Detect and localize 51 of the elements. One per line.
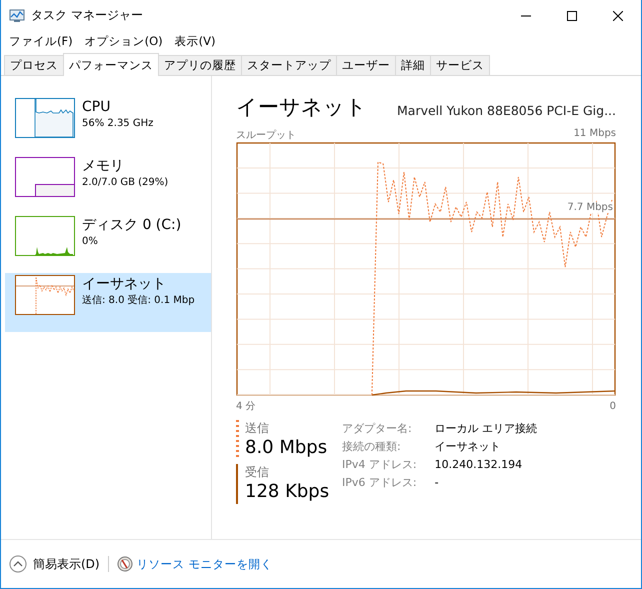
adapter-name: Marvell Yukon 88E8056 PCI-E Gig... (397, 103, 616, 120)
stat-label: 送信 (245, 420, 270, 436)
tab[interactable]: ユーザー (336, 55, 396, 75)
property-label: 接続の種類: (342, 439, 402, 455)
tab[interactable]: 詳細 (395, 55, 431, 75)
resource-usage: 送信: 8.0 受信: 0.1 Mbp (82, 294, 195, 308)
menu-item[interactable]: オプション(O) (78, 34, 169, 48)
time-axis-label: 0 (610, 400, 616, 412)
property-value: ローカル エリア接続 (434, 421, 538, 437)
stat-value: 128 Kbps (245, 480, 330, 504)
stat-value: 8.0 Mbps (245, 436, 328, 460)
gauge-icon (116, 556, 133, 572)
resource-usage: 56% 2.35 GHz (82, 117, 154, 131)
property-value: イーサネット (434, 439, 502, 455)
resource-usage: 0% (82, 235, 99, 249)
app-icon (9, 8, 25, 22)
tab[interactable]: プロセス (4, 55, 64, 75)
maximize-icon (567, 10, 577, 20)
fewer-details-button[interactable]: 簡易表示(D) (9, 555, 100, 573)
resource-name: メモリ (82, 157, 125, 175)
send-marker (236, 420, 239, 460)
graph-label: スループット (236, 128, 296, 142)
property-value: - (434, 475, 440, 491)
resource-name: イーサネット (82, 275, 167, 293)
panel-title: イーサネット (236, 94, 367, 121)
tab[interactable]: スタートアップ (241, 55, 337, 75)
menu-item[interactable]: ファイル(F) (3, 34, 79, 48)
menu-item[interactable]: 表示(V) (168, 34, 222, 48)
sidebar-item[interactable]: ディスク 0 (C:) 0% (5, 214, 211, 273)
tab[interactable]: パフォーマンス (63, 53, 159, 76)
sidebar-item[interactable]: イーサネット 送信: 8.0 受信: 0.1 Mbp (5, 273, 211, 332)
collapse-icon (9, 555, 27, 573)
tab[interactable]: アプリの履歴 (158, 55, 242, 75)
resource-usage: 2.0/7.0 GB (29%) (82, 176, 168, 190)
sidebar-item[interactable]: CPU 56% 2.35 GHz (5, 96, 211, 155)
property-value: 10.240.132.194 (434, 457, 524, 473)
property-label: アダプター名: (342, 421, 413, 437)
tab[interactable]: サービス (430, 55, 490, 75)
close-icon (613, 10, 623, 20)
resource-name: CPU (82, 98, 112, 116)
resource-name: ディスク 0 (C:) (82, 216, 182, 234)
time-axis-label: 4 分 (236, 400, 256, 413)
resource-monitor-link[interactable]: リソース モニターを開く (136, 556, 272, 572)
graph-max: 11 Mbps (574, 128, 616, 141)
property-label: IPv4 アドレス: (342, 457, 417, 473)
stat-label: 受信 (245, 464, 270, 480)
receive-marker (236, 464, 238, 504)
property-label: IPv6 アドレス: (342, 475, 417, 491)
window-title: タスク マネージャー (31, 7, 144, 24)
graph-line-label: 7.7 Mbps (567, 202, 613, 213)
sidebar-item[interactable]: メモリ 2.0/7.0 GB (29%) (5, 155, 211, 214)
